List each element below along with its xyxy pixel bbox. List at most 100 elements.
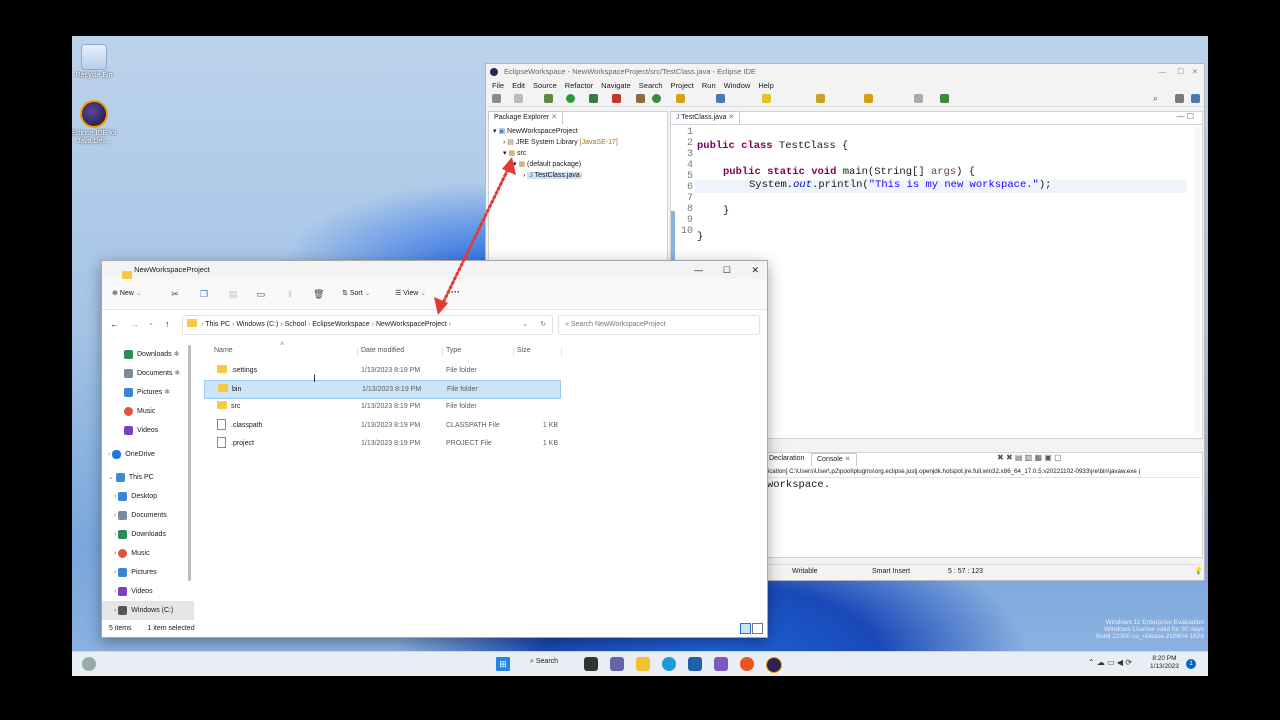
perspective-icon[interactable] (1175, 94, 1184, 103)
tab-testclass-java[interactable]: J TestClass.java ✕ (670, 111, 741, 124)
menu-search[interactable]: Search (639, 81, 663, 90)
menu-source[interactable]: Source (533, 81, 557, 90)
breadcrumb-newworkspaceproject[interactable]: NewWorkspaceProject (376, 321, 447, 328)
table-row[interactable]: src 1/13/2023 8:19 PM File folder (205, 398, 560, 415)
store-icon[interactable] (688, 657, 702, 671)
close-tab-icon[interactable]: ✕ (728, 114, 734, 121)
notification-badge[interactable]: 1 (1186, 659, 1196, 669)
cut-icon[interactable]: ✂ (170, 289, 180, 299)
table-row-selected[interactable]: bin 1/13/2023 8:19 PM File folder (204, 380, 561, 399)
display-console-icon[interactable]: ▣ (1044, 453, 1052, 462)
close-icon[interactable]: ✕ (1192, 64, 1198, 80)
address-dropdown-icon[interactable]: ⌄ (522, 316, 528, 334)
clear-console-icon[interactable]: ▤ (1015, 453, 1023, 462)
file-explorer-icon[interactable] (636, 657, 650, 671)
annotation-icon[interactable] (816, 94, 825, 103)
search-icon[interactable]: ⌕ (1153, 93, 1158, 104)
sort-button[interactable]: ⇅ Sort ⌄ (342, 289, 371, 297)
new-package-icon[interactable] (636, 94, 645, 103)
task-view-icon[interactable] (584, 657, 598, 671)
menu-file[interactable]: File (492, 81, 504, 90)
pin-console-icon[interactable]: ▦ (1034, 453, 1042, 462)
back-icon[interactable]: ← (110, 319, 119, 329)
minimize-icon[interactable]: — (694, 261, 703, 279)
tree-item-jre[interactable]: › ▤ JRE System Library [JavaSE-17] (493, 137, 618, 148)
menu-window[interactable]: Window (724, 81, 751, 90)
editor-scrollbar[interactable] (1194, 126, 1200, 434)
view-button[interactable]: ☰ View ⌄ (395, 289, 426, 297)
search-tool-icon[interactable] (716, 94, 725, 103)
table-row[interactable]: .settings 1/13/2023 8:19 PM File folder (205, 362, 560, 379)
column-type[interactable]: Type (446, 347, 461, 354)
minimize-icon[interactable]: — (1159, 64, 1167, 80)
column-date-modified[interactable]: Date modified (361, 347, 404, 354)
close-tab-icon[interactable]: ✕ (551, 114, 557, 121)
clock[interactable]: 8:20 PM 1/13/2023 (1150, 655, 1179, 671)
column-name[interactable]: Name (214, 347, 233, 354)
back-icon[interactable] (864, 94, 873, 103)
table-row[interactable]: .project 1/13/2023 8:19 PM PROJECT File … (205, 435, 560, 452)
new-icon[interactable] (492, 94, 501, 103)
maximize-icon[interactable]: ☐ (723, 261, 731, 279)
menu-navigate[interactable]: Navigate (601, 81, 631, 90)
scroll-lock-icon[interactable]: ▥ (1025, 453, 1033, 462)
column-size[interactable]: Size (517, 347, 531, 354)
system-tray-icons[interactable]: ⌃ ☁ ▭ ◀ ⟳ (1088, 658, 1132, 667)
copy-icon[interactable]: ❐ (199, 289, 209, 299)
up-icon[interactable]: ↑ (165, 319, 170, 329)
maximize-icon[interactable]: ☐ (1177, 64, 1184, 80)
eclipse-taskbar-icon[interactable] (766, 657, 782, 673)
breadcrumb-this-pc[interactable]: This PC (205, 321, 230, 328)
ubuntu-icon[interactable] (740, 657, 754, 671)
terminate-icon[interactable]: ✖ (997, 453, 1004, 462)
remove-launch-icon[interactable]: ✖ (1006, 453, 1013, 462)
breadcrumb-school[interactable]: School (285, 321, 306, 328)
tab-console[interactable]: Console ✕ (811, 453, 857, 466)
new-class-icon[interactable] (652, 94, 661, 103)
pin-icon[interactable] (940, 94, 949, 103)
close-icon[interactable]: ✕ (751, 261, 759, 279)
minimize-view-icon[interactable]: — ☐ (1177, 112, 1194, 121)
recycle-bin-shortcut[interactable]: Recycle Bin (72, 44, 124, 80)
delete-icon[interactable]: 🗑 (313, 289, 324, 299)
recent-chevron-icon[interactable]: ⌄ (148, 319, 154, 327)
menu-help[interactable]: Help (758, 81, 773, 90)
rename-icon[interactable]: ▭ (256, 289, 266, 299)
menu-refactor[interactable]: Refactor (565, 81, 593, 90)
visual-studio-icon[interactable] (714, 657, 728, 671)
table-row[interactable]: .classpath 1/13/2023 8:19 PM CLASSPATH F… (205, 417, 560, 434)
refresh-icon[interactable]: ↻ (540, 316, 546, 334)
run-icon[interactable] (566, 94, 575, 103)
open-type-icon[interactable] (676, 94, 685, 103)
external-tools-icon[interactable] (612, 94, 621, 103)
paste-icon[interactable]: ▤ (228, 289, 238, 299)
tiles-view-icon[interactable] (752, 623, 763, 634)
mark-occurrences-icon[interactable] (762, 94, 771, 103)
tip-icon[interactable]: 💡 (1194, 565, 1203, 579)
close-tab-icon[interactable]: ✕ (845, 456, 851, 463)
forward-icon[interactable]: → (130, 319, 139, 329)
menu-project[interactable]: Project (671, 81, 694, 90)
debug-icon[interactable] (544, 94, 553, 103)
menu-run[interactable]: Run (702, 81, 716, 90)
coverage-icon[interactable] (589, 94, 598, 103)
breadcrumb-windows-c[interactable]: Windows (C:) (236, 321, 278, 328)
open-console-icon[interactable]: ▢ (1054, 453, 1062, 462)
teams-icon[interactable] (610, 657, 624, 671)
tab-package-explorer[interactable]: Package Explorer ✕ (488, 111, 564, 124)
tree-item-project[interactable]: ▾ ▣ NewWorkspaceProject (493, 126, 618, 137)
widgets-icon[interactable] (82, 657, 96, 671)
eclipse-shortcut[interactable]: Eclipse IDE for Java Dev... (72, 100, 124, 146)
start-icon[interactable]: ⊞ (496, 657, 510, 671)
breadcrumb-eclipseworkspace[interactable]: EclipseWorkspace (312, 321, 369, 328)
search-box[interactable]: ⌕ Search NewWorkspaceProject (558, 315, 760, 335)
java-perspective-icon[interactable] (1191, 94, 1200, 103)
details-view-icon[interactable] (740, 623, 751, 634)
forward-icon[interactable] (914, 94, 923, 103)
save-icon[interactable] (514, 94, 523, 103)
share-icon[interactable]: ⇪ (285, 289, 295, 299)
new-button[interactable]: ⊕ New ⌄ (112, 289, 142, 297)
edge-icon[interactable] (662, 657, 676, 671)
taskbar-search[interactable]: ⌕ Search (530, 658, 558, 666)
tab-declaration[interactable]: Declaration (769, 453, 804, 465)
